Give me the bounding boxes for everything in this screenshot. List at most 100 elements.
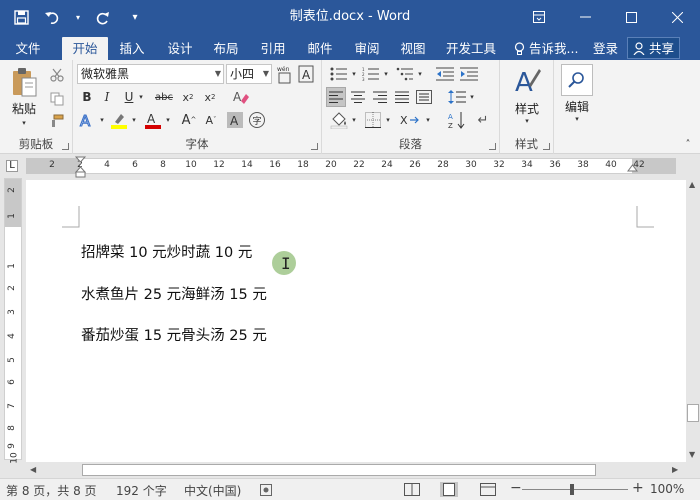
vertical-scrollbar[interactable]: ▲ ▼ — [686, 178, 700, 462]
scroll-right-icon[interactable]: ▶ — [672, 465, 678, 474]
styles-launcher-icon[interactable] — [543, 143, 550, 150]
customize-qat-icon[interactable]: ▾ — [124, 6, 146, 28]
line-spacing-dropdown-icon[interactable]: ▾ — [468, 87, 476, 107]
save-icon[interactable] — [10, 6, 32, 28]
increase-indent-icon[interactable] — [458, 64, 480, 84]
phonetic-guide-icon[interactable]: wén — [275, 63, 295, 85]
highlight-dropdown-icon[interactable]: ▾ — [130, 110, 138, 130]
multilevel-dropdown-icon[interactable]: ▾ — [416, 64, 424, 84]
ribbon-display-options-icon[interactable] — [516, 0, 562, 34]
shading-dropdown-icon[interactable]: ▾ — [350, 110, 358, 130]
document-paragraph[interactable]: 番茄炒蛋 15 元骨头汤 25 元 — [81, 324, 267, 345]
subscript-icon[interactable]: x2 — [179, 88, 197, 106]
show-formatting-marks-icon[interactable]: ↵ — [472, 110, 494, 130]
underline-icon[interactable]: U — [121, 88, 137, 106]
tab-insert[interactable]: 插入 — [112, 37, 152, 60]
italic-icon[interactable]: I — [99, 88, 115, 106]
line-spacing-icon[interactable] — [446, 87, 468, 107]
scroll-down-icon[interactable]: ▼ — [689, 450, 695, 459]
scroll-up-icon[interactable]: ▲ — [689, 180, 695, 189]
numbering-icon[interactable]: 123 — [360, 64, 382, 84]
zoom-slider[interactable] — [522, 489, 628, 490]
character-shading-icon[interactable]: A — [226, 110, 244, 130]
web-layout-icon[interactable] — [480, 483, 496, 496]
bold-icon[interactable]: B — [79, 88, 95, 106]
align-right-icon[interactable] — [370, 87, 390, 107]
horizontal-scroll-thumb[interactable] — [82, 464, 596, 476]
language-indicator[interactable]: 中文(中国) — [184, 482, 241, 499]
redo-icon[interactable] — [92, 6, 114, 28]
minimize-icon[interactable] — [562, 0, 608, 34]
read-mode-icon[interactable] — [404, 483, 420, 496]
undo-icon[interactable] — [42, 6, 64, 28]
numbering-dropdown-icon[interactable]: ▾ — [382, 64, 390, 84]
tab-review[interactable]: 审阅 — [347, 37, 387, 60]
tab-file[interactable]: 文件 — [6, 37, 50, 60]
macro-recording-icon[interactable] — [260, 484, 272, 496]
highlight-color-icon[interactable] — [109, 110, 129, 130]
borders-icon[interactable] — [362, 110, 384, 130]
horizontal-ruler[interactable]: L 2 2 4 6 8 10 12 14 16 18 20 22 24 26 28 30 32 34 36 38 40 4… — [0, 154, 700, 178]
tell-me-box[interactable]: 告诉我... — [514, 37, 578, 60]
distributed-icon[interactable] — [414, 87, 434, 107]
vertical-scroll-thumb[interactable] — [687, 404, 699, 422]
right-indent-marker-icon[interactable] — [627, 164, 638, 174]
tab-design[interactable]: 设计 — [160, 37, 200, 60]
sort-icon[interactable]: AZ — [446, 110, 468, 130]
collapse-ribbon-icon[interactable]: ˄ — [682, 138, 694, 150]
chinese-layout-icon[interactable]: X — [396, 110, 424, 130]
maximize-icon[interactable] — [608, 0, 654, 34]
align-left-icon[interactable] — [326, 87, 346, 107]
print-layout-icon[interactable] — [440, 482, 458, 497]
paste-dropdown-icon[interactable]: ▾ — [18, 118, 30, 128]
undo-dropdown-icon[interactable]: ▾ — [74, 6, 82, 28]
tab-developer[interactable]: 开发工具 — [441, 37, 501, 60]
page-count[interactable]: 第 8 页，共 8 页 — [6, 482, 97, 499]
font-color-dropdown-icon[interactable]: ▾ — [164, 110, 172, 130]
text-effects-dropdown-icon[interactable]: ▾ — [98, 110, 106, 130]
zoom-in-icon[interactable]: + — [632, 480, 644, 496]
font-launcher-icon[interactable] — [311, 143, 318, 150]
strikethrough-icon[interactable]: abc — [153, 88, 175, 106]
font-color-icon[interactable]: A — [143, 110, 163, 130]
editing-dropdown-icon[interactable]: ▾ — [571, 114, 583, 124]
word-count[interactable]: 192 个字 — [116, 482, 167, 499]
styles-gallery-icon[interactable]: A — [512, 64, 542, 98]
character-border-icon[interactable]: A — [297, 64, 315, 84]
editing-button-label[interactable]: 编辑 — [554, 98, 600, 115]
styles-dropdown-icon[interactable]: ▾ — [521, 116, 533, 126]
styles-button-label[interactable]: 样式 — [500, 100, 554, 117]
tab-home[interactable]: 开始 — [62, 37, 108, 60]
zoom-out-icon[interactable]: − — [510, 480, 522, 496]
superscript-icon[interactable]: x2 — [201, 88, 219, 106]
clipboard-launcher-icon[interactable] — [62, 143, 69, 150]
chinese-layout-dropdown-icon[interactable]: ▾ — [424, 110, 432, 130]
document-paragraph[interactable]: 水煮鱼片 25 元海鲜汤 15 元 — [81, 283, 267, 304]
justify-icon[interactable] — [392, 87, 412, 107]
shading-icon[interactable] — [328, 110, 350, 130]
sign-in-link[interactable]: 登录 — [593, 37, 618, 60]
tab-references[interactable]: 引用 — [253, 37, 293, 60]
multilevel-list-icon[interactable] — [394, 64, 416, 84]
document-paragraph[interactable]: 招牌菜 10 元炒时蔬 10 元 — [81, 241, 252, 262]
paste-label[interactable]: 粘贴 — [6, 100, 42, 117]
align-center-icon[interactable] — [348, 87, 368, 107]
format-painter-icon[interactable] — [48, 112, 66, 130]
document-page[interactable] — [26, 180, 686, 462]
vertical-ruler[interactable]: 2 1 1 2 3 4 5 6 7 8 9 10 — [4, 178, 22, 464]
paragraph-launcher-icon[interactable] — [489, 143, 496, 150]
font-name-combo[interactable]: 微软雅黑 ▼ — [77, 64, 224, 84]
tab-mailings[interactable]: 邮件 — [300, 37, 340, 60]
tab-layout[interactable]: 布局 — [206, 37, 246, 60]
enclose-characters-icon[interactable]: 字 — [247, 110, 267, 130]
copy-icon[interactable] — [48, 90, 66, 108]
bullets-dropdown-icon[interactable]: ▾ — [350, 64, 358, 84]
paste-icon[interactable] — [8, 65, 40, 99]
indent-marker-icon[interactable] — [75, 156, 86, 178]
grow-font-icon[interactable]: A ^ — [180, 110, 198, 130]
scroll-left-icon[interactable]: ◀ — [30, 465, 36, 474]
borders-dropdown-icon[interactable]: ▾ — [384, 110, 392, 130]
underline-dropdown-icon[interactable]: ▾ — [137, 88, 145, 106]
decrease-indent-icon[interactable] — [434, 64, 456, 84]
tab-view[interactable]: 视图 — [393, 37, 433, 60]
